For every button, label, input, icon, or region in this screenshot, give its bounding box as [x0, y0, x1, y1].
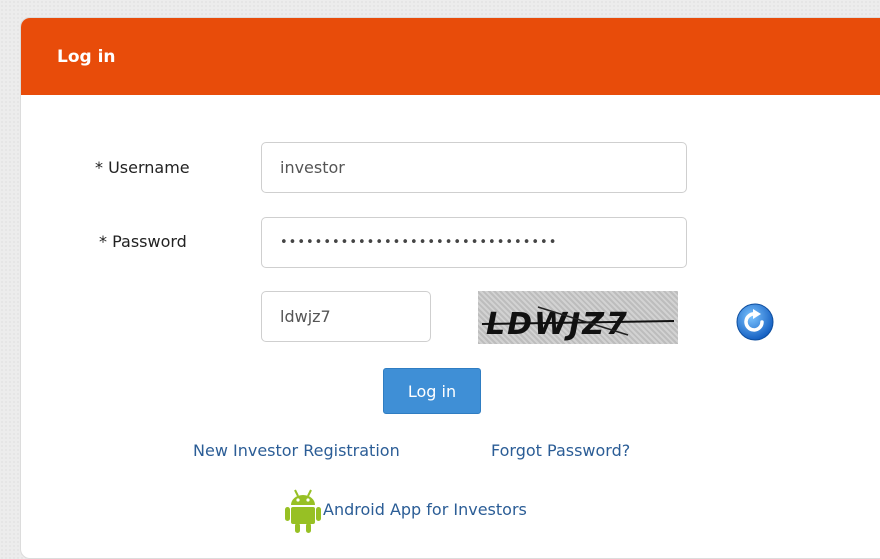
login-button[interactable]: Log in	[383, 368, 481, 414]
android-app-link[interactable]: Android App for Investors	[323, 500, 527, 519]
refresh-captcha-button[interactable]	[736, 303, 774, 341]
panel-title: Log in	[57, 46, 116, 67]
password-mask: ••••••••••••••••••••••••••••••••	[280, 235, 558, 250]
password-input[interactable]: ••••••••••••••••••••••••••••••••	[261, 217, 687, 268]
android-icon[interactable]	[285, 488, 321, 534]
captcha-input[interactable]	[261, 291, 431, 342]
panel-header: Log in	[21, 18, 880, 95]
username-label: * Username	[95, 158, 190, 177]
new-investor-registration-link[interactable]: New Investor Registration	[193, 441, 400, 460]
captcha-image: LDWJZ7	[478, 291, 678, 344]
refresh-icon	[736, 303, 774, 341]
username-input[interactable]	[261, 142, 687, 193]
android-robot-graphic	[285, 489, 321, 533]
password-label: * Password	[99, 232, 187, 251]
forgot-password-link[interactable]: Forgot Password?	[491, 441, 630, 460]
captcha-graphic: LDWJZ7	[481, 306, 675, 342]
login-panel: Log in * Username * Password •••••••••••…	[20, 17, 880, 559]
